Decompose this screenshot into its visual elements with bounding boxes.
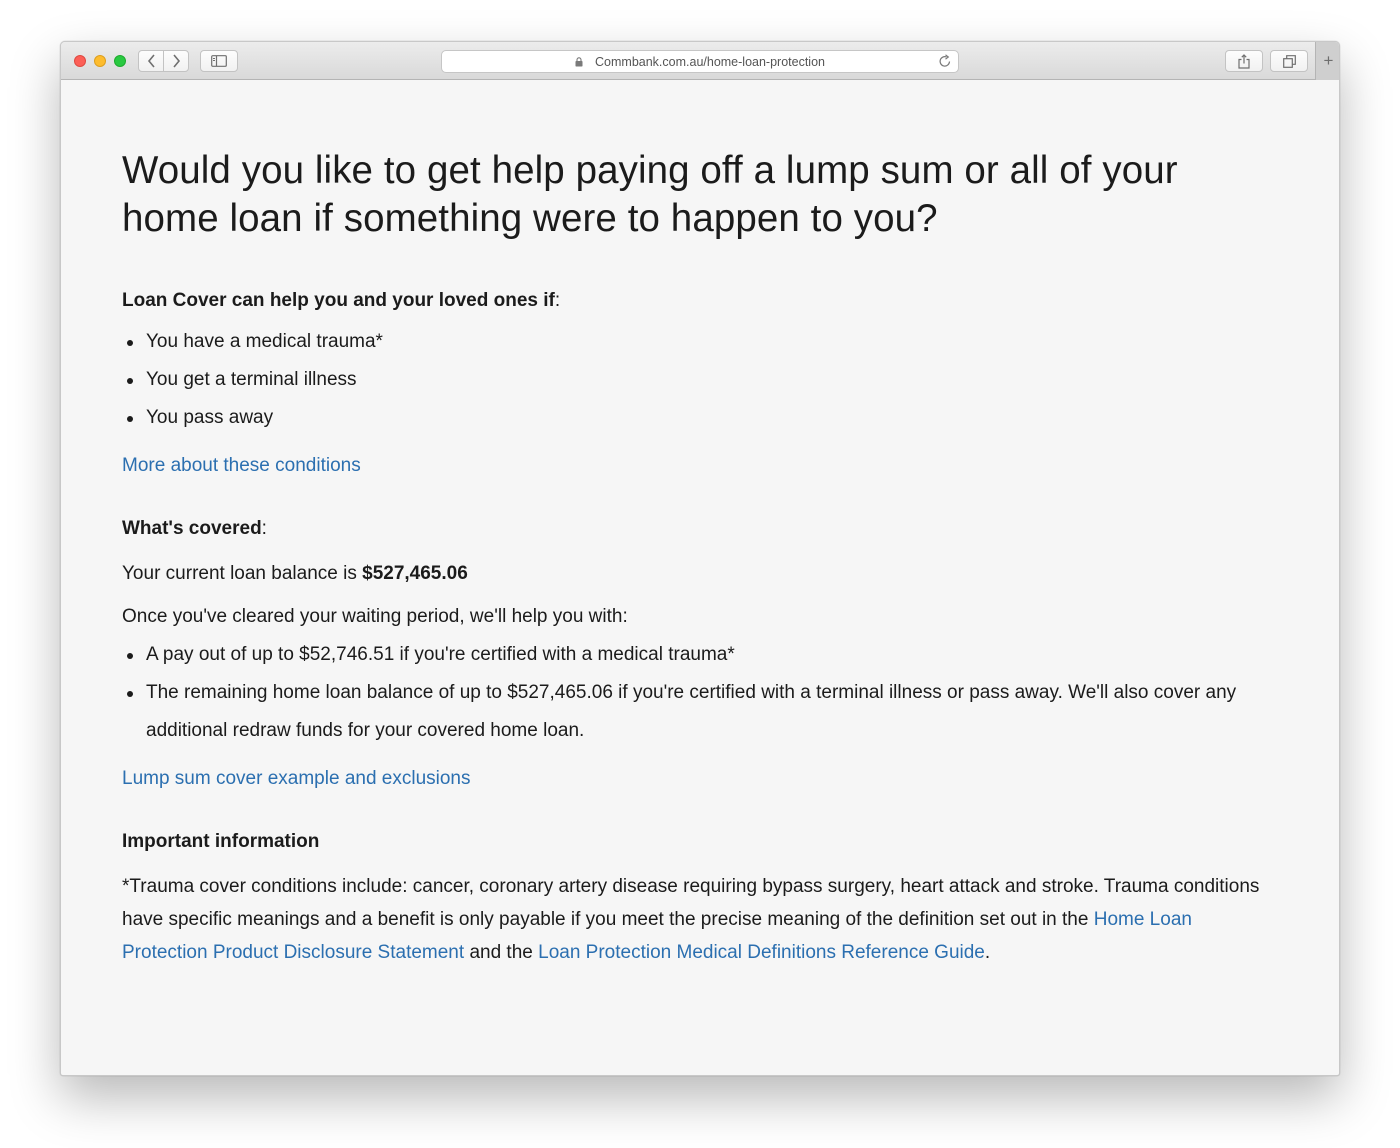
and-the-text: and the — [464, 942, 539, 963]
url-text: Commbank.com.au/home-loan-protection — [595, 54, 825, 69]
sidebar-icon — [211, 55, 227, 67]
list-item: You pass away — [122, 399, 1272, 437]
covered-section-title-text: What's covered — [122, 518, 262, 539]
tab-overview-button[interactable] — [1270, 50, 1308, 72]
final-period: . — [984, 942, 991, 963]
covered-section-title-colon: : — [261, 518, 267, 539]
fullscreen-window-button[interactable] — [114, 55, 126, 67]
loan-balance-line: Your current loan balance is $527,465.06 — [122, 562, 1272, 586]
list-item: A pay out of up to $52,746.51 if you're … — [122, 636, 1272, 674]
lock-icon — [575, 56, 583, 66]
loan-balance-value: $527,465.06 — [362, 563, 468, 584]
trauma-info-paragraph: *Trauma cover conditions include: cancer… — [122, 870, 1272, 969]
browser-toolbar: Commbank.com.au/home-loan-protection + — [61, 42, 1339, 80]
forward-button[interactable] — [163, 50, 189, 72]
conditions-list: You have a medical trauma* You get a ter… — [122, 323, 1272, 437]
covered-section-title: What's covered: — [122, 517, 1272, 541]
list-item: You get a terminal illness — [122, 361, 1272, 399]
loan-balance-label: Your current loan balance is — [122, 563, 363, 584]
medical-definitions-guide-link[interactable]: Loan Protection Medical Definitions Refe… — [538, 942, 985, 963]
close-window-button[interactable] — [74, 55, 86, 67]
minimize-window-button[interactable] — [94, 55, 106, 67]
lump-sum-link[interactable]: Lump sum cover example and exclusions — [122, 768, 471, 789]
back-button[interactable] — [138, 50, 164, 72]
more-conditions-link[interactable]: More about these conditions — [122, 455, 361, 476]
help-section-title-text: Loan Cover can help you and your loved o… — [122, 290, 555, 311]
sidebar-toggle-button[interactable] — [200, 50, 238, 72]
page-heading: Would you like to get help paying off a … — [122, 149, 1178, 240]
list-item: The remaining home loan balance of up to… — [122, 674, 1272, 750]
share-icon — [1238, 53, 1250, 69]
page-content: Would you like to get help paying off a … — [122, 147, 1272, 969]
important-info-title: Important information — [122, 831, 320, 852]
browser-window: Commbank.com.au/home-loan-protection + W… — [60, 41, 1340, 1076]
cover-list: A pay out of up to $52,746.51 if you're … — [122, 636, 1272, 750]
help-section-title-colon: : — [554, 290, 561, 311]
address-bar[interactable]: Commbank.com.au/home-loan-protection — [441, 50, 959, 73]
chevron-right-icon — [172, 54, 180, 68]
tabs-icon — [1282, 54, 1296, 68]
new-tab-button[interactable]: + — [1315, 42, 1339, 80]
waiting-period-text: Once you've cleared your waiting period,… — [122, 606, 628, 627]
chevron-left-icon — [147, 54, 155, 68]
reload-icon[interactable] — [938, 53, 952, 69]
help-section-title: Loan Cover can help you and your loved o… — [122, 289, 1272, 313]
trauma-info-text: *Trauma cover conditions include: cancer… — [122, 876, 1260, 930]
list-item: You have a medical trauma* — [122, 323, 1272, 361]
share-button[interactable] — [1225, 50, 1263, 72]
